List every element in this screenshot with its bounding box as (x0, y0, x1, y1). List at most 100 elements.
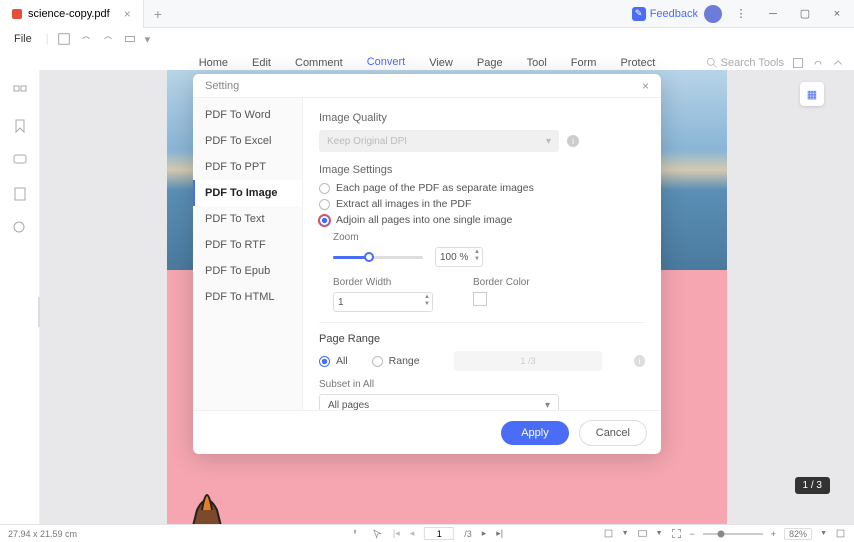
floating-tool-icon[interactable]: ▦ (800, 82, 824, 106)
thumbnails-icon[interactable] (12, 84, 28, 100)
save-icon[interactable] (57, 32, 71, 46)
collapse-ribbon-icon[interactable] (832, 57, 844, 69)
border-color-label: Border Color (473, 277, 530, 288)
cancel-button[interactable]: Cancel (579, 420, 647, 446)
page-indicator-badge: 1 / 3 (795, 477, 830, 494)
sidebar-item-pdf-to-ppt[interactable]: PDF To PPT (193, 154, 302, 180)
view-dropdown-icon[interactable]: ▼ (622, 530, 629, 537)
apply-button[interactable]: Apply (501, 421, 569, 445)
sidebar-item-pdf-to-image[interactable]: PDF To Image (193, 180, 302, 206)
search-icon (706, 57, 717, 68)
sidebar-item-pdf-to-word[interactable]: PDF To Word (193, 102, 302, 128)
sidebar-item-pdf-to-excel[interactable]: PDF To Excel (193, 128, 302, 154)
sidebar-item-pdf-to-text[interactable]: PDF To Text (193, 206, 302, 232)
sidebar-item-pdf-to-rtf[interactable]: PDF To RTF (193, 232, 302, 258)
tab-close-icon[interactable]: × (124, 7, 131, 21)
zoom-in-icon[interactable]: + (771, 529, 776, 539)
pdf-icon (12, 9, 22, 19)
user-avatar[interactable] (704, 5, 722, 23)
prev-page-icon[interactable]: ◂ (410, 528, 415, 539)
subset-dropdown[interactable]: All pages (319, 394, 559, 410)
print-icon[interactable] (123, 32, 137, 46)
radio-all-pages[interactable]: All (319, 355, 348, 367)
next-page-icon[interactable]: ▸ (482, 528, 487, 539)
bookmark-icon[interactable] (12, 118, 28, 134)
reading-mode-icon[interactable] (835, 528, 846, 539)
image-settings-label: Image Settings (319, 164, 645, 176)
sidebar-item-pdf-to-html[interactable]: PDF To HTML (193, 284, 302, 310)
image-quality-label: Image Quality (319, 112, 645, 124)
total-pages: /3 (464, 529, 472, 539)
zoom-stepper[interactable]: 100 % ▲▼ (435, 247, 483, 267)
volcano-illustration (167, 470, 247, 524)
minimize-button[interactable]: ─ (760, 1, 786, 27)
image-quality-dropdown: Keep Original DPI (319, 130, 559, 152)
stepper-arrows-icon[interactable]: ▲▼ (474, 249, 480, 263)
radio-separate-images[interactable]: Each page of the PDF as separate images (319, 182, 645, 194)
feedback-label: Feedback (650, 8, 698, 20)
search-placeholder: Search Tools (721, 57, 784, 69)
feedback-button[interactable]: ✎ Feedback (632, 7, 698, 21)
dialog-footer: Apply Cancel (193, 410, 661, 454)
fit-dropdown-icon[interactable]: ▼ (656, 530, 663, 537)
border-width-stepper[interactable]: 1 ▲▼ (333, 292, 433, 312)
stepper-arrows-icon[interactable]: ▲▼ (424, 294, 430, 308)
close-window-button[interactable]: × (824, 1, 850, 27)
zoom-slider[interactable] (333, 256, 423, 259)
page-range-input: 1 /3 (454, 351, 603, 371)
sidebar-item-pdf-to-epub[interactable]: PDF To Epub (193, 258, 302, 284)
redo-icon[interactable] (101, 32, 115, 46)
subset-label: Subset in All (319, 379, 645, 390)
tab-name: science-copy.pdf (28, 8, 110, 20)
first-page-icon[interactable]: |◂ (393, 528, 400, 539)
zoom-thumb[interactable] (717, 530, 724, 537)
maximize-button[interactable]: ▢ (792, 1, 818, 27)
page-range-label: Page Range (319, 333, 645, 345)
select-tool-icon[interactable] (372, 528, 383, 539)
convert-settings-dialog: Setting × PDF To Word PDF To Excel PDF T… (193, 74, 661, 454)
undo-icon[interactable] (79, 32, 93, 46)
info-icon[interactable]: i (634, 355, 645, 367)
document-tab[interactable]: science-copy.pdf × (0, 0, 144, 28)
fullscreen-icon[interactable] (671, 528, 682, 539)
zoom-percent[interactable]: 82% (784, 528, 812, 540)
dialog-title: Setting (205, 80, 239, 92)
radio-icon (319, 356, 330, 367)
dialog-close-button[interactable]: × (642, 79, 649, 93)
page-dimensions: 27.94 x 21.59 cm (8, 529, 77, 539)
radio-page-range[interactable]: Range (372, 355, 420, 367)
dialog-header: Setting × (193, 74, 661, 98)
zoom-out-icon[interactable]: − (690, 529, 695, 539)
zoom-label: Zoom (333, 232, 645, 243)
dialog-content: Image Quality Keep Original DPI i Image … (303, 98, 661, 410)
search-tools[interactable]: Search Tools (706, 57, 784, 69)
cloud-icon[interactable] (812, 57, 824, 69)
attachment-icon[interactable] (12, 186, 28, 202)
share-icon[interactable] (792, 57, 804, 69)
dialog-sidebar: PDF To Word PDF To Excel PDF To PPT PDF … (193, 98, 303, 410)
last-page-icon[interactable]: ▸| (496, 528, 503, 539)
zoom-slider-thumb[interactable] (364, 252, 374, 262)
current-page-input[interactable] (424, 527, 454, 540)
left-rail (0, 70, 40, 524)
border-color-swatch[interactable] (473, 292, 487, 306)
info-icon[interactable]: i (567, 135, 579, 147)
search-panel-icon[interactable] (12, 220, 28, 236)
zoom-dropdown-icon[interactable]: ▼ (820, 530, 827, 537)
file-menu[interactable]: File (8, 33, 38, 45)
kebab-menu-icon[interactable]: ⋮ (728, 1, 754, 27)
fit-page-icon[interactable] (637, 528, 648, 539)
border-width-label: Border Width (333, 277, 433, 288)
titlebar: science-copy.pdf × + ✎ Feedback ⋮ ─ ▢ × (0, 0, 854, 28)
radio-extract-images[interactable]: Extract all images in the PDF (319, 198, 645, 210)
radio-adjoin-pages[interactable]: Adjoin all pages into one single image (319, 214, 645, 226)
comment-panel-icon[interactable] (12, 152, 28, 168)
feedback-icon: ✎ (632, 7, 646, 21)
radio-icon (372, 356, 383, 367)
radio-icon (319, 183, 330, 194)
add-tab-button[interactable]: + (144, 6, 172, 22)
hand-tool-icon[interactable] (351, 528, 362, 539)
view-mode-icon[interactable] (603, 528, 614, 539)
menubar-more-icon[interactable]: ▾ (145, 33, 151, 46)
zoom-slider[interactable] (703, 533, 763, 535)
